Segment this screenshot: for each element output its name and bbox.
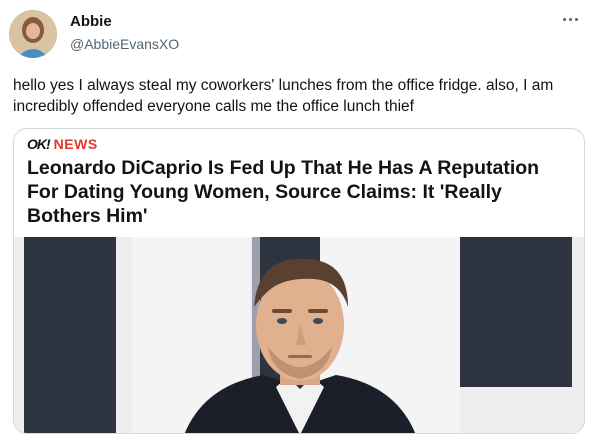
tweet-text: hello yes I always steal my coworkers' l… [13,77,554,115]
card-photo[interactable] [14,237,584,433]
publisher-logo: OK! NEWS [27,136,98,152]
more-icon[interactable] [558,12,582,26]
logo-news: NEWS [53,136,98,152]
avatar[interactable] [9,10,57,58]
author-block: Abbie @AbbieEvansXO [70,13,179,53]
display-name[interactable]: Abbie [70,13,179,31]
handle[interactable]: @AbbieEvansXO [70,35,179,53]
tweet: Abbie @AbbieEvansXO hello yes I always s… [0,0,600,447]
logo-ok: OK! [27,136,51,152]
card-headline[interactable]: Leonardo DiCaprio Is Fed Up That He Has … [27,156,547,228]
link-card[interactable]: OK! NEWS Leonardo DiCaprio Is Fed Up Tha… [13,128,585,434]
